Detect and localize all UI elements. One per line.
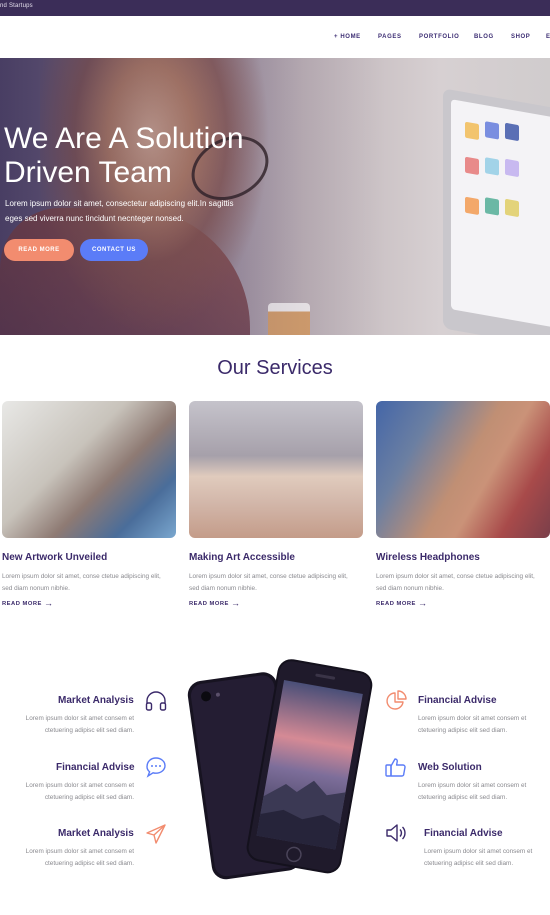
read-more-link[interactable]: READ MORE: [376, 601, 416, 607]
pie-chart-icon: [386, 690, 407, 710]
feature-title: Web Solution: [418, 762, 482, 773]
feature-text: Lorem ipsum dolor sit amet consem et cte…: [418, 782, 527, 801]
nav-item-shop[interactable]: SHOP: [511, 34, 530, 40]
navbar: + HOME PAGES PORTFOLIO BLOG SHOP E: [0, 16, 550, 58]
service-card-text: Lorem ipsum dolor sit amet, conse ctetue…: [376, 573, 535, 592]
service-card-image[interactable]: [2, 401, 176, 538]
paper-plane-icon: [146, 824, 166, 844]
nav-item-portfolio[interactable]: PORTFOLIO: [419, 34, 459, 40]
feature-text: Lorem ipsum dolor sit amet consem et cte…: [25, 848, 134, 867]
feature-title: Financial Advise: [56, 762, 135, 773]
read-more-link[interactable]: READ MORE: [189, 601, 229, 607]
contact-us-button[interactable]: CONTACT US: [80, 239, 148, 261]
service-card-title[interactable]: Making Art Accessible: [189, 552, 295, 563]
hero-title: We Are A Solution Driven Team: [4, 122, 244, 189]
service-card-text: Lorem ipsum dolor sit amet, conse ctetue…: [2, 573, 161, 592]
arrow-right-icon[interactable]: →: [418, 598, 427, 608]
service-card-text: Lorem ipsum dolor sit amet, conse ctetue…: [189, 573, 348, 592]
top-bar-text: nd Startups: [0, 3, 33, 9]
chat-bubble-icon: [146, 757, 166, 778]
feature-title: Financial Advise: [418, 695, 497, 706]
arrow-right-icon[interactable]: →: [44, 598, 53, 608]
read-more-button[interactable]: READ MORE: [4, 239, 74, 261]
service-card-image[interactable]: [376, 401, 550, 538]
feature-text: Lorem ipsum dolor sit amet consem et cte…: [424, 848, 533, 867]
nav-item-extra[interactable]: E: [546, 34, 550, 40]
feature-text: Lorem ipsum dolor sit amet consem et cte…: [25, 782, 134, 801]
arrow-right-icon[interactable]: →: [231, 598, 240, 608]
feature-text: Lorem ipsum dolor sit amet consem et cte…: [418, 715, 527, 734]
top-bar: nd Startups: [0, 0, 550, 16]
nav-item-pages[interactable]: PAGES: [378, 34, 402, 40]
feature-text: Lorem ipsum dolor sit amet consem et cte…: [25, 715, 134, 734]
service-card-title[interactable]: Wireless Headphones: [376, 552, 480, 563]
main-nav: + HOME PAGES PORTFOLIO BLOG SHOP E: [334, 34, 550, 44]
headphones-icon: [145, 691, 167, 711]
service-card-image[interactable]: [189, 401, 363, 538]
feature-title: Market Analysis: [58, 828, 134, 839]
feature-title: Market Analysis: [58, 695, 134, 706]
thumbs-up-icon: [385, 758, 406, 777]
service-card-title[interactable]: New Artwork Unveiled: [2, 552, 107, 563]
nav-item-home[interactable]: + HOME: [334, 34, 361, 40]
services-title: Our Services: [217, 357, 333, 379]
phones-image: [187, 659, 373, 880]
nav-item-blog[interactable]: BLOG: [474, 34, 494, 40]
feature-title: Financial Advise: [424, 828, 503, 839]
read-more-link[interactable]: READ MORE: [2, 601, 42, 607]
hero-description: Lorem ipsum dolor sit amet, consectetur …: [5, 199, 234, 223]
speaker-icon: [386, 824, 406, 842]
